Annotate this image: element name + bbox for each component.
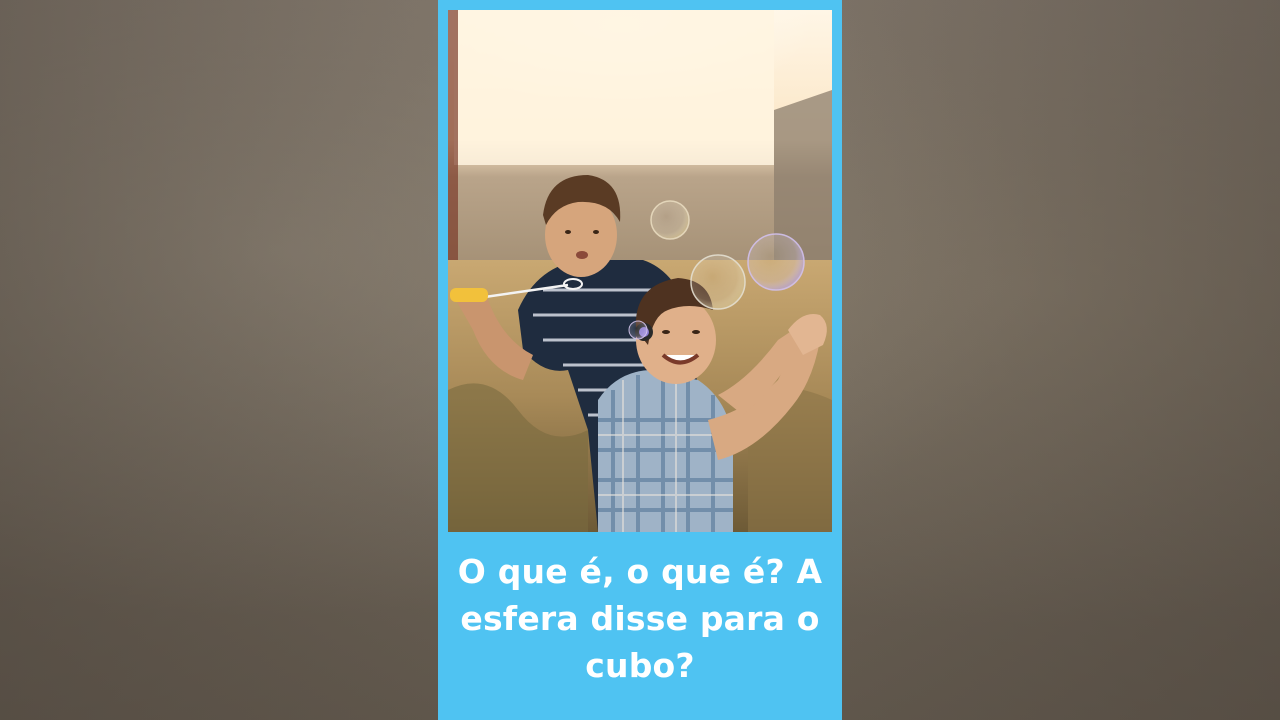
left-letterbox <box>0 0 438 720</box>
video-frame-photo <box>448 10 832 532</box>
video-card[interactable]: O que é, o que é? A esfera disse para o … <box>438 0 842 720</box>
right-letterbox <box>842 0 1280 720</box>
video-caption: O que é, o que é? A esfera disse para o … <box>457 552 823 685</box>
photo-two-boys-bubbles-icon <box>448 10 832 532</box>
